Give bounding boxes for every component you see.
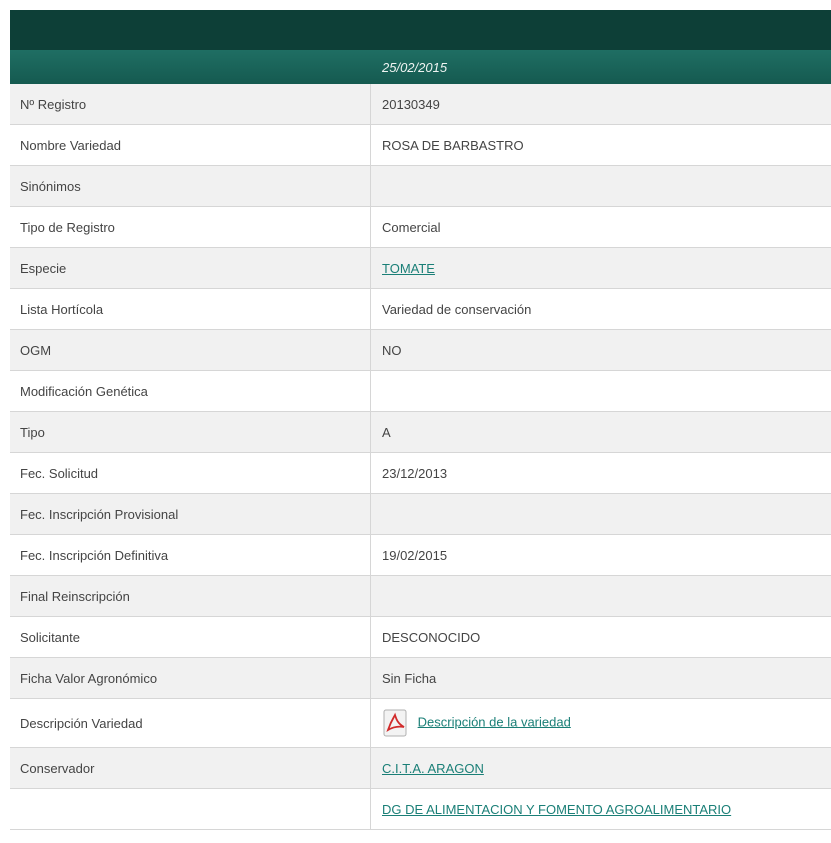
- row-label: Fec. Solicitud: [10, 452, 371, 494]
- row-value: ROSA DE BARBASTRO: [370, 124, 831, 166]
- row-label: [10, 788, 371, 830]
- variety-details-table: Nº Registro 20130349 Nombre Variedad ROS…: [10, 84, 831, 830]
- row-value: 19/02/2015: [370, 534, 831, 576]
- row-label: Solicitante: [10, 616, 371, 658]
- table-row: Ficha Valor Agronómico Sin Ficha: [10, 657, 831, 699]
- table-row: Conservador C.I.T.A. ARAGON: [10, 747, 831, 789]
- table-row: Fec. Inscripción Definitiva 19/02/2015: [10, 534, 831, 576]
- row-label: Descripción Variedad: [10, 698, 371, 748]
- row-label: Nombre Variedad: [10, 124, 371, 166]
- species-link[interactable]: TOMATE: [382, 261, 435, 276]
- header-bar: [10, 10, 831, 50]
- table-row: Fec. Inscripción Provisional: [10, 493, 831, 535]
- table-row: OGM NO: [10, 329, 831, 371]
- row-label: Lista Hortícola: [10, 288, 371, 330]
- row-label: Ficha Valor Agronómico: [10, 657, 371, 699]
- row-value: Comercial: [370, 206, 831, 248]
- pdf-icon[interactable]: [382, 709, 410, 737]
- table-row: DG DE ALIMENTACION Y FOMENTO AGROALIMENT…: [10, 788, 831, 830]
- variety-detail-panel: 25/02/2015 Nº Registro 20130349 Nombre V…: [10, 10, 831, 830]
- table-row: Final Reinscripción: [10, 575, 831, 617]
- table-row: Nº Registro 20130349: [10, 84, 831, 125]
- table-row: Lista Hortícola Variedad de conservación: [10, 288, 831, 330]
- date-header: 25/02/2015: [10, 50, 831, 84]
- row-value: DESCONOCIDO: [370, 616, 831, 658]
- row-value: [370, 370, 831, 412]
- header-date: 25/02/2015: [382, 59, 448, 75]
- row-value: [370, 575, 831, 617]
- table-row: Descripción Variedad Descripción de la v…: [10, 698, 831, 748]
- variety-description-link[interactable]: Descripción de la variedad: [418, 714, 571, 729]
- row-label: Especie: [10, 247, 371, 289]
- row-label: Conservador: [10, 747, 371, 789]
- conservador-link[interactable]: C.I.T.A. ARAGON: [382, 761, 484, 776]
- row-label: OGM: [10, 329, 371, 371]
- row-label: Tipo de Registro: [10, 206, 371, 248]
- row-value: Variedad de conservación: [370, 288, 831, 330]
- table-row: Fec. Solicitud 23/12/2013: [10, 452, 831, 494]
- row-label: Sinónimos: [10, 165, 371, 207]
- table-row: Nombre Variedad ROSA DE BARBASTRO: [10, 124, 831, 166]
- row-value: [370, 165, 831, 207]
- table-row: Solicitante DESCONOCIDO: [10, 616, 831, 658]
- row-value: A: [370, 411, 831, 453]
- row-value: [370, 493, 831, 535]
- table-row: Tipo A: [10, 411, 831, 453]
- table-row: Especie TOMATE: [10, 247, 831, 289]
- conservador-secondary-link[interactable]: DG DE ALIMENTACION Y FOMENTO AGROALIMENT…: [382, 802, 731, 817]
- table-row: Sinónimos: [10, 165, 831, 207]
- table-row: Tipo de Registro Comercial: [10, 206, 831, 248]
- row-label: Modificación Genética: [10, 370, 371, 412]
- row-value: 20130349: [370, 84, 831, 125]
- row-label: Tipo: [10, 411, 371, 453]
- row-label: Fec. Inscripción Definitiva: [10, 534, 371, 576]
- row-value: NO: [370, 329, 831, 371]
- table-row: Modificación Genética: [10, 370, 831, 412]
- row-label: Fec. Inscripción Provisional: [10, 493, 371, 535]
- row-value: Sin Ficha: [370, 657, 831, 699]
- row-label: Nº Registro: [10, 84, 371, 125]
- row-value: 23/12/2013: [370, 452, 831, 494]
- row-label: Final Reinscripción: [10, 575, 371, 617]
